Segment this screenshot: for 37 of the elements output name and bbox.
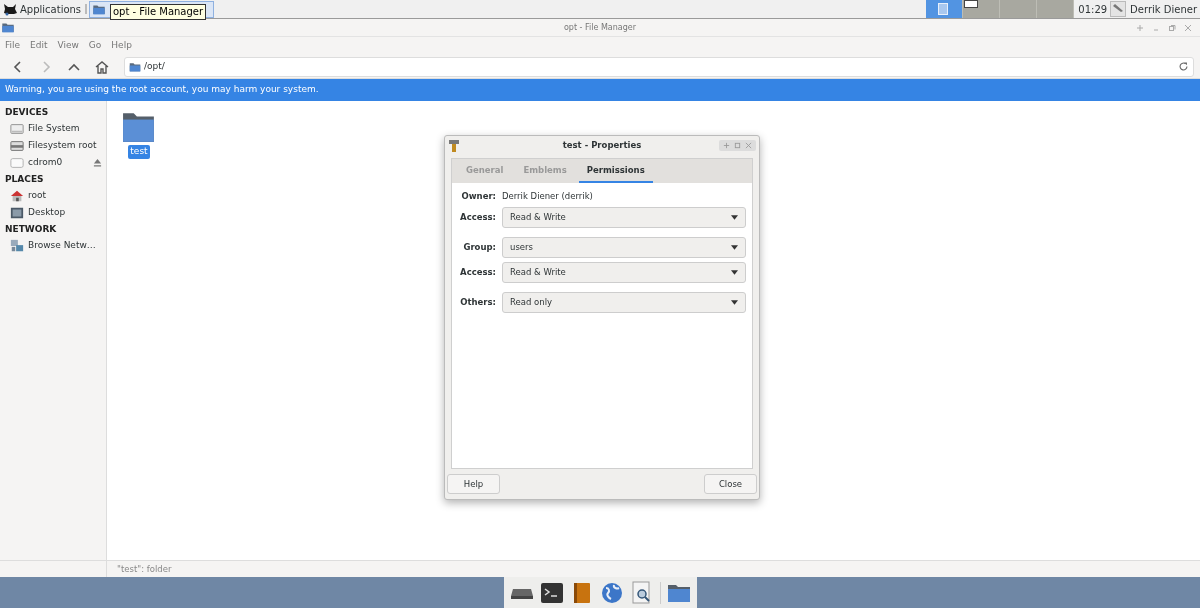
field-label: Access: xyxy=(459,266,496,279)
location-field[interactable]: /opt/ xyxy=(124,56,1194,77)
section-heading: NETWORK xyxy=(4,223,58,236)
menu-item[interactable]: Help xyxy=(111,39,132,53)
section-heading: PLACES xyxy=(4,173,45,186)
applications-menu-button[interactable]: Applications xyxy=(0,0,84,18)
field-label: Access: xyxy=(459,211,496,224)
field-label: Group: xyxy=(462,241,496,254)
field-label: Others: xyxy=(459,296,496,309)
menu-item[interactable]: View xyxy=(57,39,79,53)
menu-item[interactable]: Go xyxy=(88,39,102,53)
tooltip: opt - File Manager xyxy=(110,4,207,20)
sidebar-item[interactable]: root xyxy=(0,187,106,204)
sidebar-item[interactable]: File System xyxy=(0,120,106,137)
warning-banner: Warning, you are using the root account, you may harm your system. xyxy=(0,79,1200,101)
dialog-title: test - Properties xyxy=(561,139,643,152)
window-title: opt - File Manager xyxy=(562,21,638,34)
tab[interactable]: Permissions xyxy=(578,159,653,183)
menu-item[interactable]: Edit xyxy=(30,39,48,53)
sidebar-item[interactable]: Browse Netw… xyxy=(0,237,106,254)
file-name[interactable]: test xyxy=(128,145,150,159)
dropdown[interactable]: Read & Write xyxy=(502,207,746,228)
sidebar-item[interactable]: Desktop xyxy=(0,204,106,221)
owner-value: Derrik Diener (derrik) xyxy=(502,189,593,203)
dialog-button[interactable]: Help xyxy=(447,474,500,494)
menu-item[interactable]: File xyxy=(5,39,21,53)
sidebar-item[interactable]: cdrom0 xyxy=(0,154,106,171)
dropdown[interactable]: Read only xyxy=(502,292,746,313)
user-name: Derrik Diener xyxy=(1130,2,1197,17)
clock: 01:29 xyxy=(1078,2,1108,17)
dropdown[interactable]: users xyxy=(502,237,746,258)
status-text: "test": folder xyxy=(116,563,173,576)
field-label: Owner: xyxy=(460,189,496,203)
sidebar-item[interactable]: Filesystem root xyxy=(0,137,106,154)
section-heading: DEVICES xyxy=(4,106,50,119)
dialog-button[interactable]: Close xyxy=(704,474,757,494)
dropdown[interactable]: Read & Write xyxy=(502,262,746,283)
